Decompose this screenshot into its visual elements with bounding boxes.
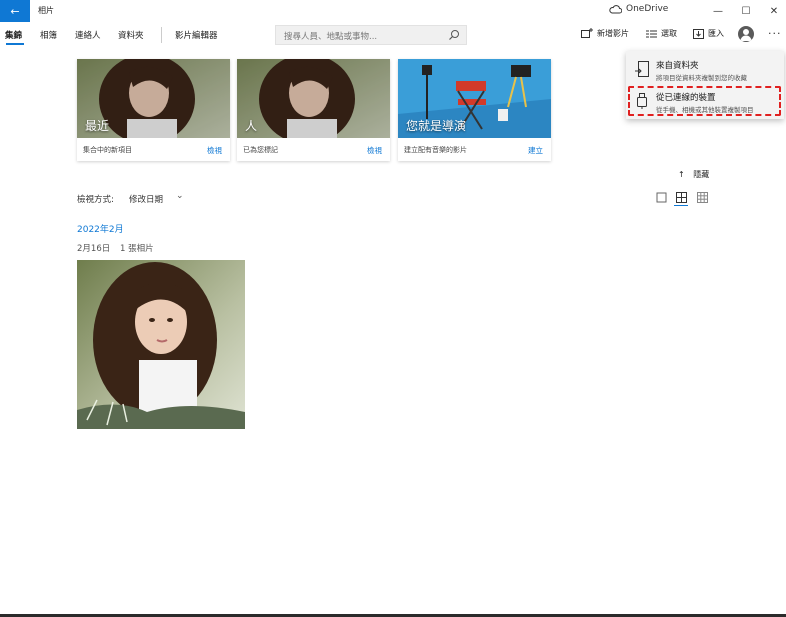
active-tab-indicator <box>6 43 24 45</box>
nav-divider <box>161 27 162 43</box>
onedrive-label: OneDrive <box>626 4 669 14</box>
photo-count: 1 張相片 <box>120 244 154 254</box>
select-list-icon <box>646 30 657 37</box>
view-by-dropdown[interactable]: 修改日期 <box>129 193 163 205</box>
photo-thumbnail[interactable] <box>77 260 245 429</box>
album-create-link[interactable]: 建立 <box>528 145 543 156</box>
menu-item-title: 來自資料夾 <box>656 61 699 71</box>
highlight-box <box>628 86 781 116</box>
medium-thumbnails-icon[interactable] <box>676 192 687 203</box>
album-view-link[interactable]: 檢視 <box>367 145 382 156</box>
album-title: 您就是導演 <box>406 119 467 133</box>
select-button[interactable]: 選取 <box>646 28 677 39</box>
app-title: 相片 <box>38 6 54 15</box>
search-icon[interactable] <box>448 29 460 41</box>
close-button[interactable]: ✕ <box>760 1 786 21</box>
import-icon <box>693 29 704 39</box>
new-video-label: 新增影片 <box>597 29 629 38</box>
album-title: 最近 <box>85 119 110 133</box>
import-button[interactable]: 匯入 <box>693 28 724 39</box>
maximize-button[interactable]: ☐ <box>732 1 760 21</box>
onedrive-status[interactable]: OneDrive <box>609 4 668 14</box>
menu-item-description: 將項目從資料夾複製到您的收藏 <box>656 74 747 82</box>
user-icon <box>740 29 752 41</box>
album-view-link[interactable]: 檢視 <box>207 145 222 156</box>
album-card-director[interactable]: 您就是導演 建立配有音樂的影片 建立 <box>398 59 551 161</box>
view-by-label: 檢視方式: <box>77 195 114 205</box>
tab-people[interactable]: 連絡人 <box>75 29 101 41</box>
tab-video-editor[interactable]: 影片編輯器 <box>175 29 218 41</box>
large-thumbnails-icon[interactable] <box>656 192 667 203</box>
date-heading: 2月16日 <box>77 244 111 254</box>
tab-folders[interactable]: 資料夾 <box>118 29 144 41</box>
album-title: 人 <box>245 119 258 133</box>
back-arrow-icon: ← <box>10 4 20 18</box>
album-subtitle: 建立配有音樂的影片 <box>404 146 467 154</box>
close-icon: ✕ <box>769 5 779 17</box>
tab-albums[interactable]: 相簿 <box>40 29 57 41</box>
search-box[interactable]: 搜尋人員、地點或事物... <box>275 25 467 45</box>
album-card-recent[interactable]: 最近 集合中的新項目 檢視 <box>77 59 230 161</box>
video-add-icon <box>581 28 593 38</box>
chevron-down-icon[interactable]: ⌄ <box>176 191 184 201</box>
folder-import-icon <box>635 61 649 77</box>
hide-albums-button[interactable]: ↑ 隱藏 <box>678 169 709 180</box>
selected-size-indicator <box>674 205 688 206</box>
hide-label: 隱藏 <box>693 170 710 179</box>
select-label: 選取 <box>661 29 677 38</box>
minimize-icon: — <box>713 5 723 17</box>
title-bar: ← 相片 OneDrive — ☐ ✕ <box>0 0 786 22</box>
cloud-icon <box>609 4 622 13</box>
maximize-icon: ☐ <box>741 5 751 17</box>
minimize-button[interactable]: — <box>704 1 732 21</box>
album-subtitle: 集合中的新項目 <box>83 146 132 154</box>
back-button[interactable]: ← <box>0 0 30 22</box>
album-subtitle: 已為您標記 <box>243 146 278 154</box>
month-heading[interactable]: 2022年2月 <box>77 222 124 235</box>
arrow-up-icon: ↑ <box>678 170 685 179</box>
import-from-folder-item[interactable]: 來自資料夾 將項目從資料夾複製到您的收藏 <box>626 55 784 85</box>
new-video-button[interactable]: 新增影片 <box>581 28 629 39</box>
search-input[interactable]: 搜尋人員、地點或事物... <box>284 30 377 42</box>
album-thumbnail <box>237 59 390 138</box>
tab-collection[interactable]: 集錦 <box>5 29 22 41</box>
import-label: 匯入 <box>708 29 724 38</box>
more-options-button[interactable]: ··· <box>768 27 782 40</box>
album-card-people[interactable]: 人 已為您標記 檢視 <box>237 59 390 161</box>
small-thumbnails-icon[interactable] <box>697 192 708 203</box>
account-avatar[interactable] <box>738 26 754 42</box>
